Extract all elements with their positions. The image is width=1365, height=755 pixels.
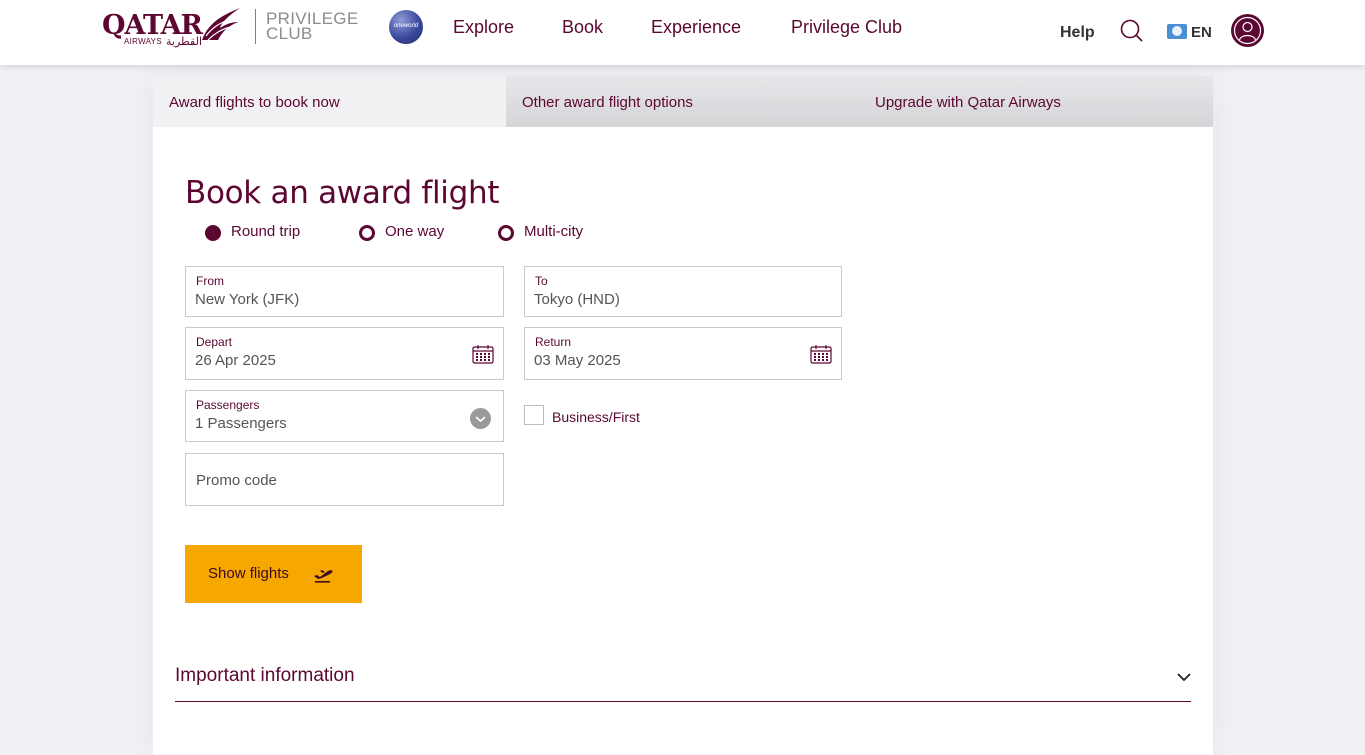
- passengers-field[interactable]: Passengers 1 Passengers: [185, 390, 504, 442]
- qatar-airways-logo[interactable]: QATAR AIRWAYS القطرية: [102, 6, 247, 48]
- tab-upgrade[interactable]: Upgrade with Qatar Airways: [860, 76, 1213, 127]
- section-divider: [175, 701, 1191, 702]
- radio-one-way[interactable]: One way: [359, 223, 454, 243]
- nav-explore[interactable]: Explore: [453, 17, 514, 38]
- chevron-down-icon[interactable]: [1174, 670, 1194, 684]
- passengers-field-value: 1 Passengers: [195, 415, 287, 432]
- globe-icon: [1167, 24, 1187, 39]
- privilege-club-line2: CLUB: [266, 24, 313, 43]
- tab-other-award-options[interactable]: Other award flight options: [506, 76, 860, 127]
- user-icon: [1233, 16, 1262, 45]
- promo-code-input[interactable]: Promo code: [185, 453, 504, 506]
- help-link[interactable]: Help: [1060, 24, 1095, 42]
- to-field-label: To: [535, 274, 548, 288]
- plane-takeoff-icon: [314, 570, 333, 583]
- depart-field-label: Depart: [196, 335, 233, 349]
- oryx-icon: [202, 8, 240, 41]
- radio-one-way-indicator: [359, 225, 375, 241]
- page-title: Book an award flight: [185, 175, 500, 211]
- calendar-icon[interactable]: [472, 344, 494, 364]
- logo-arabic-text: القطرية: [166, 35, 203, 48]
- nav-privilege-club[interactable]: Privilege Club: [791, 17, 902, 38]
- show-flights-button[interactable]: Show flights: [185, 545, 362, 603]
- depart-date-field[interactable]: Depart 26 Apr 2025: [185, 327, 504, 380]
- chevron-down-icon[interactable]: [470, 408, 491, 429]
- radio-multi-city[interactable]: Multi-city: [498, 223, 598, 243]
- calendar-icon[interactable]: [810, 344, 832, 364]
- important-information-toggle[interactable]: Important information: [175, 665, 355, 687]
- oneworld-badge-text: oneworld: [393, 23, 419, 29]
- return-field-value: 03 May 2025: [534, 352, 621, 369]
- from-field-value: New York (JFK): [195, 291, 300, 308]
- return-field-label: Return: [535, 335, 572, 349]
- privilege-club-label: PRIVILEGE CLUB: [266, 10, 358, 43]
- logo-divider: [255, 9, 256, 44]
- language-code: EN: [1191, 24, 1212, 41]
- oneworld-badge: oneworld: [389, 10, 423, 44]
- business-first-label[interactable]: Business/First: [552, 409, 640, 425]
- radio-multi-city-indicator: [498, 225, 514, 241]
- radio-round-trip-label: Round trip: [231, 223, 301, 240]
- logo-subtext: AIRWAYS: [124, 37, 162, 46]
- promo-code-placeholder: Promo code: [196, 472, 277, 489]
- show-flights-label: Show flights: [208, 565, 289, 582]
- depart-field-value: 26 Apr 2025: [195, 352, 276, 369]
- from-field-label: From: [196, 274, 224, 288]
- to-field[interactable]: To Tokyo (HND): [524, 266, 842, 317]
- to-field-value: Tokyo (HND): [534, 291, 620, 308]
- radio-round-trip[interactable]: Round trip: [205, 223, 315, 243]
- return-date-field[interactable]: Return 03 May 2025: [524, 327, 842, 380]
- site-header: QATAR AIRWAYS القطرية PRIVILEGE CLUB one…: [0, 0, 1365, 65]
- radio-round-trip-indicator: [205, 225, 221, 241]
- tab-award-flights-now[interactable]: Award flights to book now: [153, 76, 506, 127]
- radio-one-way-label: One way: [385, 223, 445, 240]
- business-first-checkbox[interactable]: [524, 405, 544, 425]
- radio-multi-city-label: Multi-city: [524, 223, 584, 240]
- search-icon[interactable]: [1118, 18, 1144, 44]
- from-field[interactable]: From New York (JFK): [185, 266, 504, 317]
- nav-experience[interactable]: Experience: [651, 17, 741, 38]
- profile-button[interactable]: [1231, 14, 1264, 47]
- passengers-field-label: Passengers: [196, 398, 260, 412]
- nav-book[interactable]: Book: [562, 17, 603, 38]
